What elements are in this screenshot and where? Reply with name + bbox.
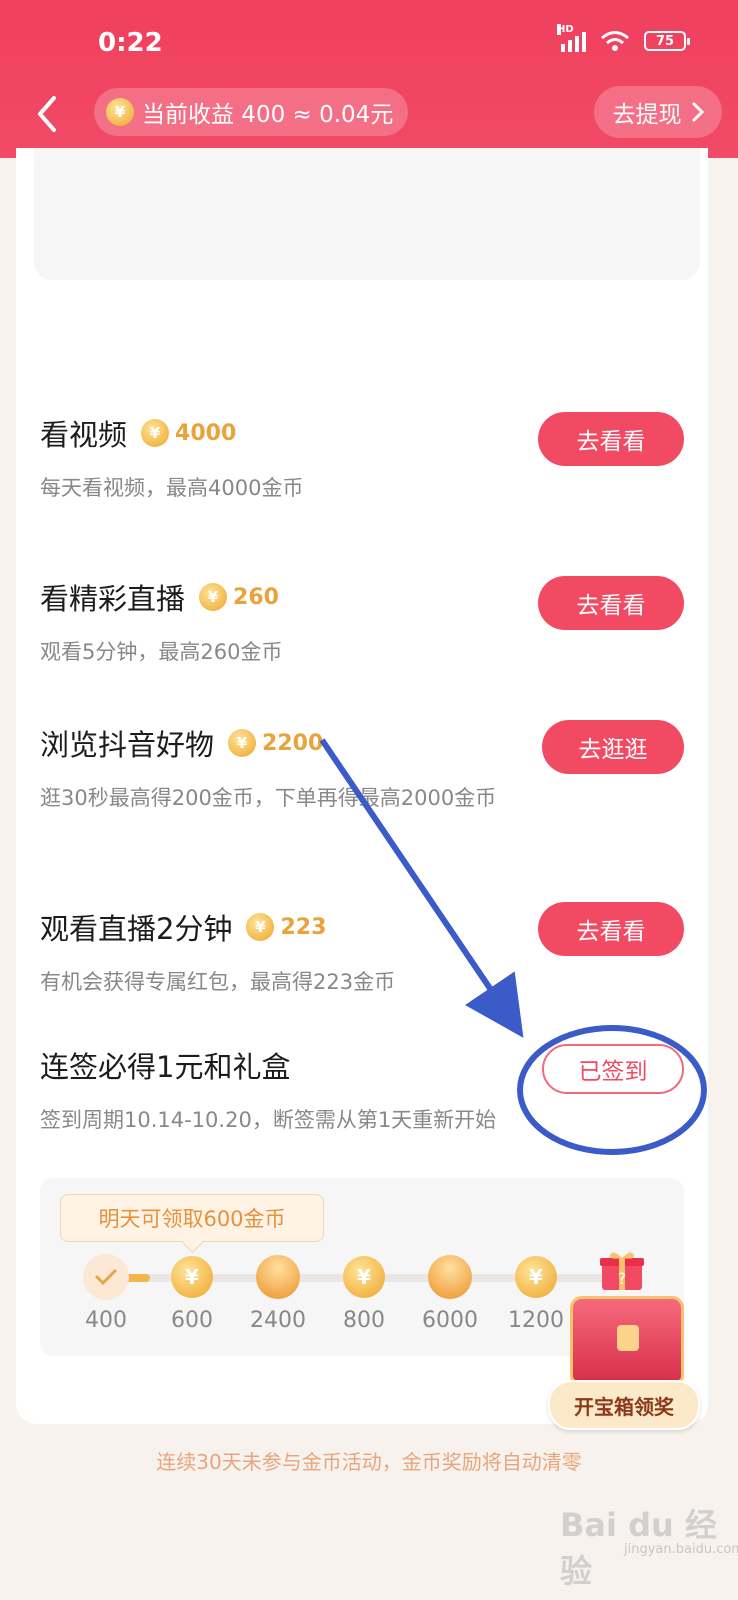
day-reward: 800 (343, 1308, 385, 1333)
checkin-day-3: 2400 (238, 1254, 318, 1333)
signal-icon: HD (557, 24, 586, 52)
treasure-chest-icon[interactable] (570, 1296, 684, 1384)
day-reward: 2400 (250, 1308, 306, 1333)
checkin-day-6: ¥ 1200 (496, 1254, 576, 1333)
task-live-2min: 观看直播2分钟 ¥ 223 有机会获得专属红包，最高得223金币 去看看 (40, 902, 684, 1000)
checked-in-button[interactable]: 已签到 (542, 1044, 684, 1094)
check-icon (83, 1254, 129, 1300)
lock-icon (617, 1325, 639, 1351)
network-type: HD (557, 24, 574, 35)
task-desc: 每天看视频，最高4000金币 (40, 476, 304, 500)
coin-icon: ¥ (171, 1256, 213, 1298)
gift-mark: ? (618, 1269, 627, 1288)
checkin-day-4: ¥ 800 (324, 1254, 404, 1333)
watermark-url: jingyan.baidu.com (624, 1542, 738, 1557)
go-browse-button[interactable]: 去逛逛 (542, 720, 684, 774)
coin-icon: ¥ (199, 583, 228, 611)
task-watch-live: 看精彩直播 ¥ 260 观看5分钟，最高260金币 去看看 (40, 576, 684, 670)
withdraw-label: 去提现 (612, 102, 682, 128)
back-arrow-icon[interactable] (34, 94, 62, 134)
task-reward: 260 (233, 584, 279, 610)
withdraw-button[interactable]: 去提现 (594, 86, 722, 138)
task-checkin: 连签必得1元和礼盒 签到周期10.14-10.20，断签需从第1天重新开始 已签… (40, 1044, 684, 1138)
status-icons: HD 75 (557, 24, 690, 52)
wifi-icon (601, 31, 629, 51)
task-desc: 签到周期10.14-10.20，断签需从第1天重新开始 (40, 1108, 497, 1132)
checkin-day-1: 400 (66, 1254, 146, 1333)
coin-icon: ¥ (141, 419, 170, 447)
open-chest-button[interactable]: 开宝箱领奖 (548, 1380, 700, 1430)
task-title: 观看直播2分钟 (40, 912, 233, 946)
go-watch-button[interactable]: 去看看 (538, 576, 684, 630)
checkin-day-2: ¥ 600 (152, 1254, 232, 1333)
task-desc: 逛30秒最高得200金币，下单再得最高2000金币 (40, 786, 497, 810)
status-time: 0:22 (98, 28, 163, 58)
task-reward: 223 (280, 914, 327, 940)
checkin-day-5: 6000 (410, 1254, 490, 1333)
task-title: 浏览抖音好物 (40, 728, 215, 762)
day-reward: 1200 (508, 1308, 564, 1333)
task-title: 看精彩直播 (40, 582, 186, 616)
tomorrow-reward-tip: 明天可领取600金币 (60, 1194, 324, 1242)
earnings-text: 当前收益 400 ≈ 0.04元 (142, 102, 394, 128)
coin-icon: ¥ (228, 729, 257, 757)
task-reward: 4000 (175, 420, 237, 446)
coin-icon: ¥ (515, 1256, 557, 1298)
coin-icon: ¥ (106, 98, 134, 126)
task-watch-video: 看视频 ¥ 4000 每天看视频，最高4000金币 去看看 (40, 412, 684, 506)
coin-stack-icon (256, 1255, 300, 1299)
top-bar: 0:22 HD 75 ¥ 当前收益 400 ≈ 0.04元 去提现 (0, 0, 738, 158)
earnings-pill: ¥ 当前收益 400 ≈ 0.04元 (94, 88, 408, 136)
task-reward: 2200 (262, 730, 324, 756)
coin-icon: ¥ (246, 913, 275, 941)
day-reward: 400 (85, 1308, 127, 1333)
coin-stack-icon (428, 1255, 472, 1299)
task-desc: 观看5分钟，最高260金币 (40, 640, 283, 664)
go-watch-button[interactable]: 去看看 (538, 902, 684, 956)
task-desc: 有机会获得专属红包，最高得223金币 (40, 970, 396, 994)
task-title: 看视频 (40, 418, 128, 452)
placeholder-panel (34, 148, 700, 280)
task-browse-goods: 浏览抖音好物 ¥ 2200 逛30秒最高得200金币，下单再得最高2000金币 … (40, 720, 684, 816)
day-reward: 600 (171, 1308, 213, 1333)
chevron-right-icon (692, 102, 704, 122)
go-watch-button[interactable]: 去看看 (538, 412, 684, 466)
coin-icon: ¥ (343, 1256, 385, 1298)
day-reward: 6000 (422, 1308, 478, 1333)
gift-box-icon: ? (600, 1252, 644, 1290)
footer-note: 连续30天未参与金币活动，金币奖励将自动清零 (156, 1450, 582, 1474)
task-title: 连签必得1元和礼盒 (40, 1050, 291, 1084)
battery-icon: 75 (644, 31, 690, 51)
task-card: 看视频 ¥ 4000 每天看视频，最高4000金币 去看看 看精彩直播 ¥ 26… (16, 148, 708, 1424)
battery-level: 75 (655, 33, 675, 49)
